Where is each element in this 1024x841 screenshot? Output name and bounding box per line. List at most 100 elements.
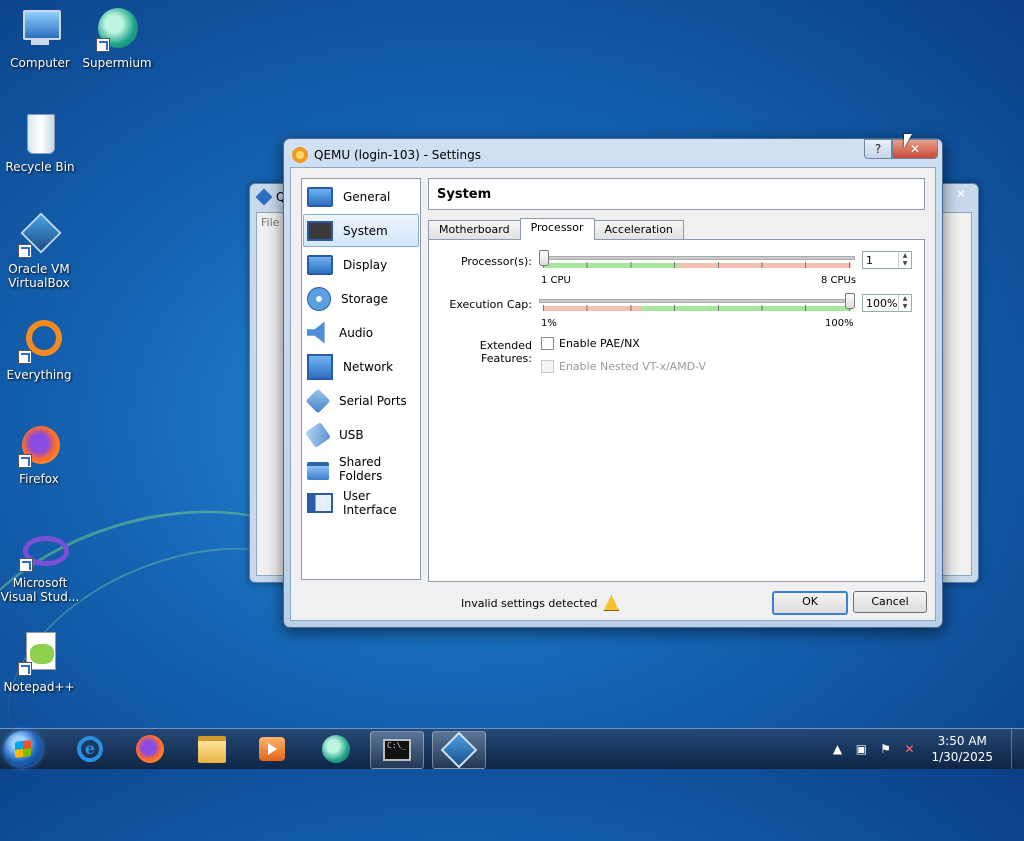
taskbar: e C:\_ ▲ ▣ ⚑ ✕ 3:50 AM 1/30/2025 (0, 728, 1024, 769)
execution-cap-label: Execution Cap: (449, 298, 532, 311)
command-prompt-icon: C:\_ (383, 739, 411, 761)
desktop-icon-label: Firefox (19, 472, 59, 486)
category-label: Storage (341, 291, 388, 306)
slider-ticks (543, 262, 851, 268)
close-button[interactable]: ✕ (892, 139, 938, 159)
category-display[interactable]: Display (303, 248, 419, 281)
settings-page: System Motherboard Processor Acceleratio… (428, 178, 925, 582)
internet-explorer-icon: e (77, 736, 103, 762)
checkbox-box[interactable] (541, 337, 554, 350)
clock[interactable]: 3:50 AM 1/30/2025 (931, 733, 993, 765)
desktop-icon-label: Oracle VM VirtualBox (8, 262, 70, 290)
computer-icon (17, 8, 63, 52)
processors-value: 1 (866, 254, 873, 267)
desktop-icon-virtualbox[interactable]: Oracle VM VirtualBox (0, 212, 78, 290)
file-explorer-icon (198, 735, 226, 763)
recycle-bin-icon (17, 112, 63, 156)
system-tray: ▲ ▣ ⚑ ✕ 3:50 AM 1/30/2025 (825, 729, 1024, 769)
speaker-icon (307, 321, 325, 344)
help-button[interactable]: ? (864, 139, 892, 159)
tab-processor[interactable]: Processor (519, 218, 595, 240)
supermium-icon (322, 735, 350, 763)
category-user-interface[interactable]: User Interface (303, 486, 419, 519)
category-storage[interactable]: Storage (303, 282, 419, 315)
slider-thumb[interactable] (845, 293, 855, 309)
windows-logo-icon (15, 740, 31, 758)
show-hidden-icons-icon[interactable]: ▲ (829, 742, 845, 756)
dialog-body: General System Display Storage Audio Net… (290, 167, 936, 621)
close-icon[interactable]: ✕ (948, 186, 974, 202)
taskbar-media-player[interactable] (246, 731, 298, 767)
category-network[interactable]: Network (303, 350, 419, 383)
everything-search-icon (16, 320, 62, 364)
category-shared-folders[interactable]: Shared Folders (303, 452, 419, 485)
gear-icon (292, 147, 308, 163)
desktop-icon-computer[interactable]: Computer (2, 8, 78, 70)
category-label: Shared Folders (339, 454, 383, 483)
slider-ticks (543, 305, 851, 311)
slider-thumb[interactable] (539, 250, 549, 266)
desktop-icon-notepad-plus-plus[interactable]: Notepad++ (0, 632, 78, 694)
category-label: Display (343, 257, 388, 272)
tab-acceleration[interactable]: Acceleration (593, 220, 684, 239)
category-usb[interactable]: USB (303, 418, 419, 451)
processor-panel: Processor(s): 1 ▲ ▼ 1 CPU 8 CPUs Executio… (428, 239, 925, 582)
clock-time: 3:50 AM (937, 734, 987, 748)
category-label: USB (339, 427, 364, 442)
monitor-icon (307, 187, 333, 207)
notepad-plus-plus-icon (16, 632, 62, 676)
volume-muted-icon[interactable]: ✕ (901, 742, 917, 756)
category-audio[interactable]: Audio (303, 316, 419, 349)
spin-arrows-icon[interactable]: ▲ ▼ (898, 252, 911, 268)
processors-slider[interactable] (539, 250, 855, 274)
taskbar-file-explorer[interactable] (186, 731, 238, 767)
processors-max-label: 8 CPUs (821, 275, 857, 286)
taskbar-internet-explorer[interactable]: e (64, 731, 116, 767)
show-desktop-button[interactable] (1011, 729, 1024, 769)
action-center-flag-icon[interactable]: ⚑ (877, 742, 893, 756)
ok-button[interactable]: OK (772, 591, 848, 615)
category-list[interactable]: General System Display Storage Audio Net… (301, 178, 421, 580)
execution-cap-slider[interactable] (539, 293, 855, 317)
desktop-icon-label: Computer (10, 56, 70, 70)
status-text: Invalid settings detected (461, 596, 598, 610)
slider-track (539, 299, 855, 303)
category-label: Audio (339, 325, 374, 340)
display-icon (307, 255, 333, 275)
page-title: System (428, 178, 925, 210)
spin-arrows-icon[interactable]: ▲ ▼ (898, 295, 911, 311)
clock-date: 1/30/2025 (931, 750, 993, 764)
warning-icon[interactable] (603, 595, 620, 611)
desktop-icon-visual-studio[interactable]: Microsoft Visual Stud... (0, 528, 80, 604)
visual-studio-icon (17, 528, 69, 572)
desktop-icon-recycle-bin[interactable]: Recycle Bin (2, 112, 78, 174)
network-icon (307, 353, 333, 380)
desktop-icon-firefox[interactable]: Firefox (0, 424, 78, 486)
cap-max-label: 100% (825, 318, 854, 329)
tab-motherboard[interactable]: Motherboard (428, 220, 521, 239)
category-label: Network (343, 359, 394, 374)
category-serial-ports[interactable]: Serial Ports (303, 384, 419, 417)
desktop-icon-supermium[interactable]: Supermium (79, 8, 155, 70)
category-label: User Interface (343, 488, 397, 517)
enable-pae-nx-checkbox[interactable]: Enable PAE/NX (541, 337, 640, 350)
supermium-icon (94, 8, 140, 52)
start-button[interactable] (4, 731, 42, 767)
settings-dialog[interactable]: QEMU (login-103) - Settings ? ✕ General … (283, 138, 943, 628)
execution-cap-spinbox[interactable]: 100% ▲ ▼ (862, 294, 912, 312)
network-icon[interactable]: ▣ (853, 742, 869, 756)
taskbar-firefox[interactable] (124, 731, 176, 767)
category-system[interactable]: System (303, 214, 419, 247)
processors-spinbox[interactable]: 1 ▲ ▼ (862, 251, 912, 269)
desktop-icon-label: Everything (6, 368, 72, 382)
cancel-button[interactable]: Cancel (853, 591, 927, 613)
taskbar-virtualbox[interactable] (432, 731, 486, 769)
desktop-icon-everything[interactable]: Everything (0, 320, 78, 382)
category-general[interactable]: General (303, 180, 419, 213)
firefox-icon (16, 424, 62, 468)
manager-title: Q (255, 188, 285, 206)
taskbar-supermium[interactable] (310, 731, 362, 767)
taskbar-command-prompt[interactable]: C:\_ (370, 731, 424, 769)
usb-icon (304, 421, 332, 448)
category-label: Serial Ports (339, 393, 407, 408)
